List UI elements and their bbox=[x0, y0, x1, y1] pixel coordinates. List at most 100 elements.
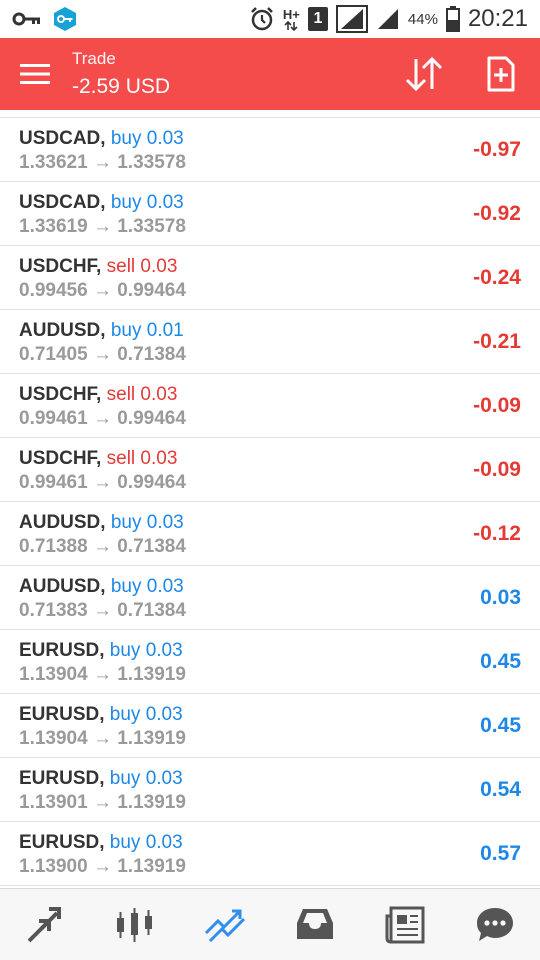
position-row[interactable]: AUDUSD, buy 0.01 0.71405 → 0.71384 -0.21 bbox=[0, 310, 540, 374]
page-title: Trade bbox=[72, 48, 116, 68]
side-volume-label: sell 0.03 bbox=[106, 448, 178, 469]
nav-chart[interactable] bbox=[105, 895, 165, 955]
news-icon bbox=[385, 906, 425, 943]
position-symbol: USDCHF, sell 0.03 bbox=[19, 384, 177, 406]
signal-strength-2-icon bbox=[376, 7, 400, 31]
clock: 20:21 bbox=[467, 5, 528, 32]
nav-history[interactable] bbox=[285, 895, 345, 955]
position-symbol: USDCAD, buy 0.03 bbox=[19, 128, 184, 150]
candlestick-chart-icon bbox=[117, 907, 152, 942]
position-row[interactable]: AUDUSD, buy 0.03 0.71383 → 0.71384 0.03 bbox=[0, 566, 540, 630]
alarm-icon bbox=[249, 6, 275, 32]
symbol-label: AUDUSD, bbox=[19, 576, 106, 597]
symbol-label: AUDUSD, bbox=[19, 512, 106, 533]
vpn-key-icon bbox=[12, 11, 42, 27]
position-row[interactable]: AUDUSD, buy 0.03 0.71388 → 0.71384 -0.12 bbox=[0, 502, 540, 566]
hamburger-menu-icon bbox=[20, 64, 50, 84]
position-symbol: EURUSD, buy 0.03 bbox=[19, 640, 183, 662]
position-prices: 1.13904 → 1.13919 bbox=[19, 664, 186, 685]
position-profit: 0.45 bbox=[480, 650, 521, 673]
symbol-label: USDCHF, bbox=[19, 384, 102, 405]
position-prices: 0.71405 → 0.71384 bbox=[19, 344, 186, 365]
side-volume-label: buy 0.03 bbox=[110, 512, 184, 533]
position-prices: 0.71388 → 0.71384 bbox=[19, 536, 186, 557]
app-badge-icon bbox=[52, 6, 78, 32]
nav-quotes[interactable] bbox=[15, 895, 75, 955]
position-profit: 0.45 bbox=[480, 714, 521, 737]
position-prices: 1.13900 → 1.13919 bbox=[19, 856, 186, 877]
side-volume-label: buy 0.03 bbox=[109, 640, 183, 661]
position-row[interactable]: EURUSD, buy 0.03 1.13900 → 1.13919 0.57 bbox=[0, 822, 540, 886]
position-row[interactable]: USDCHF, sell 0.03 0.99461 → 0.99464 -0.09 bbox=[0, 374, 540, 438]
position-symbol: USDCHF, sell 0.03 bbox=[19, 448, 177, 470]
app-bar: Trade -2.59 USD bbox=[0, 38, 540, 110]
symbol-label: USDCHF, bbox=[19, 256, 102, 277]
position-symbol: AUDUSD, buy 0.03 bbox=[19, 512, 184, 534]
new-order-button[interactable] bbox=[486, 56, 516, 92]
position-profit: -0.92 bbox=[473, 202, 521, 225]
side-volume-label: buy 0.03 bbox=[110, 192, 184, 213]
network-type-icon: H+ bbox=[283, 8, 300, 31]
position-profit: -0.09 bbox=[473, 394, 521, 417]
network-type-label: H+ bbox=[282, 6, 300, 22]
position-profit: -0.12 bbox=[473, 522, 521, 545]
position-prices: 0.99461 → 0.99464 bbox=[19, 408, 186, 429]
status-bar: H+ 1 44% 20:21 bbox=[0, 0, 540, 38]
symbol-label: AUDUSD, bbox=[19, 320, 106, 341]
signal-strength-icon bbox=[335, 5, 368, 33]
title-block: Trade -2.59 USD bbox=[72, 48, 170, 101]
position-row[interactable]: EURUSD, buy 0.03 1.13904 → 1.13919 0.45 bbox=[0, 694, 540, 758]
position-prices: 0.99456 → 0.99464 bbox=[19, 280, 186, 301]
position-prices: 1.13904 → 1.13919 bbox=[19, 728, 186, 749]
symbol-label: EURUSD, bbox=[19, 832, 105, 853]
chat-bubble-icon bbox=[477, 907, 513, 941]
position-profit: 0.54 bbox=[480, 778, 521, 801]
position-profit: 0.03 bbox=[480, 586, 521, 609]
nav-trade[interactable] bbox=[195, 895, 255, 955]
nav-news[interactable] bbox=[375, 895, 435, 955]
list-top-divider bbox=[0, 110, 540, 118]
position-row[interactable]: USDCHF, sell 0.03 0.99456 → 0.99464 -0.24 bbox=[0, 246, 540, 310]
position-row[interactable]: USDCAD, buy 0.03 1.33621 → 1.33578 -0.97 bbox=[0, 118, 540, 182]
position-symbol: EURUSD, buy 0.03 bbox=[19, 832, 183, 854]
side-volume-label: buy 0.03 bbox=[109, 768, 183, 789]
side-volume-label: buy 0.03 bbox=[110, 128, 184, 149]
position-prices: 1.13901 → 1.13919 bbox=[19, 792, 186, 813]
position-symbol: EURUSD, buy 0.03 bbox=[19, 768, 183, 790]
position-symbol: USDCHF, sell 0.03 bbox=[19, 256, 177, 278]
position-prices: 1.33621 → 1.33578 bbox=[19, 152, 186, 173]
position-row[interactable]: USDCAD, buy 0.03 1.33619 → 1.33578 -0.92 bbox=[0, 182, 540, 246]
position-prices: 1.33619 → 1.33578 bbox=[19, 216, 186, 237]
sort-arrows-icon bbox=[405, 57, 443, 91]
symbol-label: EURUSD, bbox=[19, 640, 105, 661]
sim-slot-label: 1 bbox=[313, 10, 323, 27]
symbol-label: USDCHF, bbox=[19, 448, 102, 469]
symbol-label: EURUSD, bbox=[19, 768, 105, 789]
symbol-label: EURUSD, bbox=[19, 704, 105, 725]
symbol-label: USDCAD, bbox=[19, 128, 106, 149]
sort-button[interactable] bbox=[404, 57, 444, 91]
side-volume-label: buy 0.03 bbox=[109, 704, 183, 725]
nav-chat[interactable] bbox=[465, 895, 525, 955]
position-profit: 0.57 bbox=[480, 842, 521, 865]
symbol-label: USDCAD, bbox=[19, 192, 106, 213]
quotes-arrows-icon bbox=[27, 906, 61, 942]
battery-icon bbox=[445, 6, 460, 32]
position-row[interactable]: USDCHF, sell 0.03 0.99461 → 0.99464 -0.09 bbox=[0, 438, 540, 502]
position-row[interactable]: EURUSD, buy 0.03 1.13901 → 1.13919 0.54 bbox=[0, 758, 540, 822]
side-volume-label: buy 0.01 bbox=[110, 320, 184, 341]
side-volume-label: buy 0.03 bbox=[110, 576, 184, 597]
side-volume-label: sell 0.03 bbox=[106, 384, 178, 405]
position-profit: -0.09 bbox=[473, 458, 521, 481]
position-symbol: EURUSD, buy 0.03 bbox=[19, 704, 183, 726]
side-volume-label: sell 0.03 bbox=[106, 256, 178, 277]
position-profit: -0.97 bbox=[473, 138, 521, 161]
battery-percentage: 44% bbox=[407, 10, 438, 28]
trade-trend-icon bbox=[204, 909, 246, 942]
position-symbol: USDCAD, buy 0.03 bbox=[19, 192, 184, 214]
position-profit: -0.24 bbox=[473, 266, 521, 289]
sim-slot-icon: 1 bbox=[307, 7, 328, 31]
positions-list: USDCAD, buy 0.03 1.33621 → 1.33578 -0.97 US… bbox=[0, 118, 540, 886]
menu-button[interactable] bbox=[0, 38, 70, 110]
position-row[interactable]: EURUSD, buy 0.03 1.13904 → 1.13919 0.45 bbox=[0, 630, 540, 694]
